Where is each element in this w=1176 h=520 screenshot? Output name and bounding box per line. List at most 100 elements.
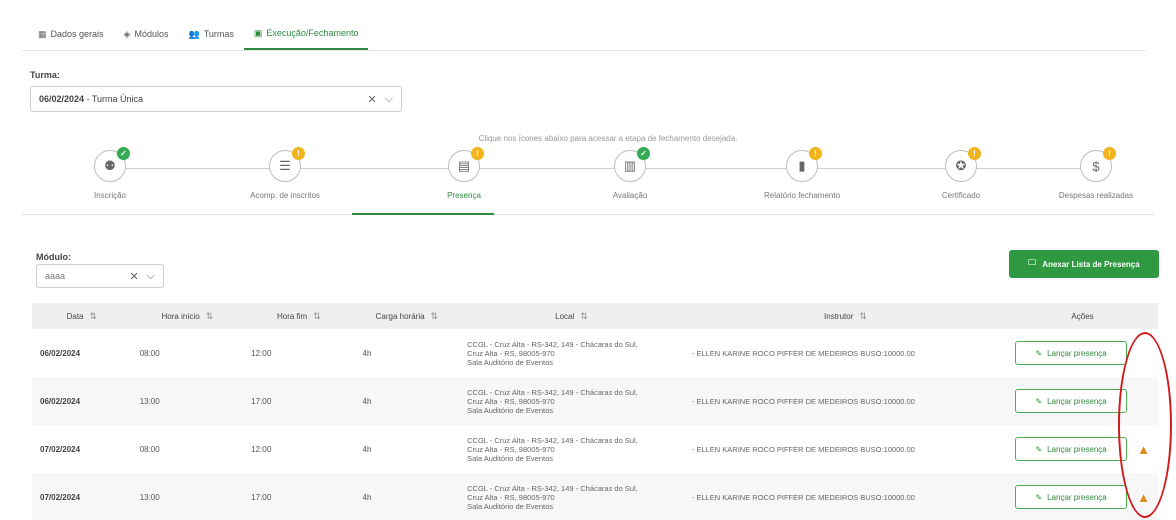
cell-hora-inicio: 13:00 (131, 377, 244, 425)
clear-icon[interactable]: ✕ (367, 93, 376, 106)
lancar-presenca-button[interactable]: ✎ Lançar presença (1015, 341, 1128, 365)
pending-badge-icon: ! (471, 147, 484, 160)
col-acoes: Ações (1007, 303, 1158, 329)
step-label: Acomp. de inscritos (250, 191, 320, 200)
cell-instrutor: - ELLEN KARINE ROCO PIFFER DE MEDEIROS B… (691, 444, 915, 454)
steps-hint: Clique nos ícones abaixo para acessar a … (478, 134, 738, 143)
sort-icon: ⇅ (89, 310, 98, 321)
table-row: 06/02/2024 13:00 17:00 4h CCGL - Cruz Alta -… (32, 377, 1158, 425)
lancar-presenca-button[interactable]: ✎ Lançar presença (1015, 437, 1128, 461)
sort-icon: ⇅ (859, 310, 867, 321)
chevron-down-icon[interactable]: ⌵ (147, 270, 155, 283)
sort-icon: ⇅ (430, 310, 439, 321)
col-local[interactable]: Local ⇅ (459, 303, 684, 329)
inscricao-icon: ⚉ ✓ (94, 147, 130, 182)
sort-icon: ⇅ (313, 310, 321, 321)
check-badge-icon: ✓ (637, 147, 650, 160)
cell-carga-horaria: 4h (354, 473, 460, 520)
step-label: Certificado (941, 191, 981, 200)
col-carga-horaria[interactable]: Carga horária ⇅ (354, 303, 460, 329)
check-doc-icon: ▣ (253, 27, 263, 38)
grid-icon: ▦ (38, 28, 47, 39)
step-relatorio-fechamento[interactable]: ▮! Relatório fechamento (732, 147, 872, 200)
table-row: 07/02/2024 13:00 17:00 4h CCGL - Cruz Alta -… (32, 473, 1158, 520)
annotation-ellipse (1118, 332, 1172, 518)
chevron-down-icon[interactable]: ⌵ (385, 93, 393, 106)
people-icon: 👥 (188, 28, 200, 39)
evaluation-icon: ▥ ✓ (614, 147, 650, 182)
step-label: Relatório fechamento (763, 191, 841, 200)
lancar-presenca-button[interactable]: ✎ Lançar presença (1015, 485, 1128, 509)
edit-icon: ✎ (1035, 444, 1043, 454)
tab-modulos[interactable]: ◈ Módulos (114, 18, 179, 50)
cell-instrutor: - ELLEN KARINE ROCO PIFFER DE MEDEIROS B… (683, 377, 1008, 425)
step-certificado[interactable]: ✪! Certificado (891, 147, 1031, 200)
step-label: Avaliação (612, 191, 648, 200)
report-icon: ▮! (786, 147, 822, 182)
cell-instrutor: - ELLEN KARINE ROCO PIFFER DE MEDEIROS B… (683, 473, 1008, 520)
cell-local: CCGL - Cruz Alta - RS-342, 149 - Chácara… (467, 435, 638, 463)
cell-local: CCGL - Cruz Alta - RS-342, 149 - Chácara… (459, 473, 684, 520)
list-icon: ☰! (269, 147, 305, 182)
cell-hora-inicio: 13:00 (131, 473, 244, 520)
tab-label: Turmas (203, 29, 234, 39)
tab-label: Execução/Fechamento (266, 28, 359, 38)
step-presenca[interactable]: ▤! Presença (394, 147, 534, 200)
tab-execucao-fechamento[interactable]: ▣ Execução/Fechamento (243, 18, 369, 50)
edit-icon: ✎ (1035, 396, 1043, 406)
cell-local: CCGL - Cruz Alta - RS-342, 149 - Chácara… (459, 377, 684, 425)
edit-icon: ✎ (1035, 348, 1043, 358)
active-step-indicator (352, 213, 494, 215)
step-avaliacao[interactable]: ▥ ✓ Avaliação (560, 147, 700, 200)
cell-instrutor: - ELLEN KARINE ROCO PIFFER DE MEDEIROS B… (691, 348, 915, 358)
tab-label: Dados gerais (50, 29, 104, 39)
tab-turmas[interactable]: 👥 Turmas (179, 18, 244, 50)
pending-badge-icon: ! (1103, 147, 1116, 160)
tabs-divider (22, 50, 1146, 51)
sort-icon: ⇅ (205, 310, 214, 321)
cell-hora-fim: 12:00 (251, 444, 272, 454)
cell-data: 07/02/2024 (40, 444, 81, 454)
table-row: 06/02/2024 08:00 12:00 4h CCGL - Cruz Alta -… (32, 329, 1158, 377)
modulo-label: Módulo: (36, 252, 71, 262)
cell-carga-horaria: 4h (362, 348, 372, 358)
cell-hora-inicio: 08:00 (139, 348, 160, 358)
col-instrutor[interactable]: Instrutor ⇅ (683, 303, 1008, 329)
cell-carga-horaria: 4h (362, 444, 372, 454)
anexar-lista-button[interactable]: 🗀 Anexar Lista de Presença (1009, 250, 1159, 278)
closing-steps: ⚉ ✓ Inscrição ☰! Acomp. de inscritos ▤! P… (40, 147, 1150, 214)
check-badge-icon: ✓ (117, 147, 130, 160)
step-acomp-inscritos[interactable]: ☰! Acomp. de inscritos (215, 147, 355, 200)
clear-icon[interactable]: ✕ (129, 270, 138, 283)
steps-divider (22, 214, 1154, 215)
step-label: Despesas realizadas (1058, 191, 1134, 200)
table-header-row: Data ⇅ Hora início ⇅ Hora fim ⇅ Carga horár… (32, 303, 1158, 329)
edit-icon: ✎ (1035, 492, 1043, 502)
step-label: Presença (447, 191, 481, 200)
tab-dados-gerais[interactable]: ▦ Dados gerais (28, 18, 114, 50)
col-hora-fim[interactable]: Hora fim ⇅ (243, 303, 355, 329)
cell-data: 07/02/2024 (32, 473, 132, 520)
turma-label: Turma: (30, 70, 60, 80)
cell-data: 06/02/2024 (40, 348, 81, 358)
pending-badge-icon: ! (968, 147, 981, 160)
modules-icon: ◈ (123, 28, 131, 39)
modulo-select[interactable]: aaaa ✕ ⌵ (36, 264, 164, 288)
main-tabs: ▦ Dados gerais ◈ Módulos 👥 Turmas ▣ Exec… (28, 18, 369, 50)
cell-local: CCGL - Cruz Alta - RS-342, 149 - Chácara… (467, 339, 638, 367)
col-data[interactable]: Data ⇅ (32, 303, 132, 329)
cell-hora-fim: 12:00 (251, 348, 272, 358)
turma-select[interactable]: 06/02/2024 - Turma Única ✕ ⌵ (30, 86, 402, 112)
pending-badge-icon: ! (809, 147, 822, 160)
pending-badge-icon: ! (292, 147, 305, 160)
step-inscricao[interactable]: ⚉ ✓ Inscrição (40, 147, 180, 200)
cell-hora-inicio: 08:00 (139, 444, 160, 454)
certificate-icon: ✪! (945, 147, 981, 182)
table-row: 07/02/2024 08:00 12:00 4h CCGL - Cruz Alta -… (32, 425, 1158, 473)
cell-hora-fim: 17:00 (243, 473, 355, 520)
step-despesas-realizadas[interactable]: $! Despesas realizadas (1026, 147, 1166, 200)
col-hora-inicio[interactable]: Hora início ⇅ (131, 303, 244, 329)
presence-icon: ▤! (448, 147, 484, 182)
lancar-presenca-button[interactable]: ✎ Lançar presença (1015, 389, 1128, 413)
cell-hora-fim: 17:00 (243, 377, 355, 425)
